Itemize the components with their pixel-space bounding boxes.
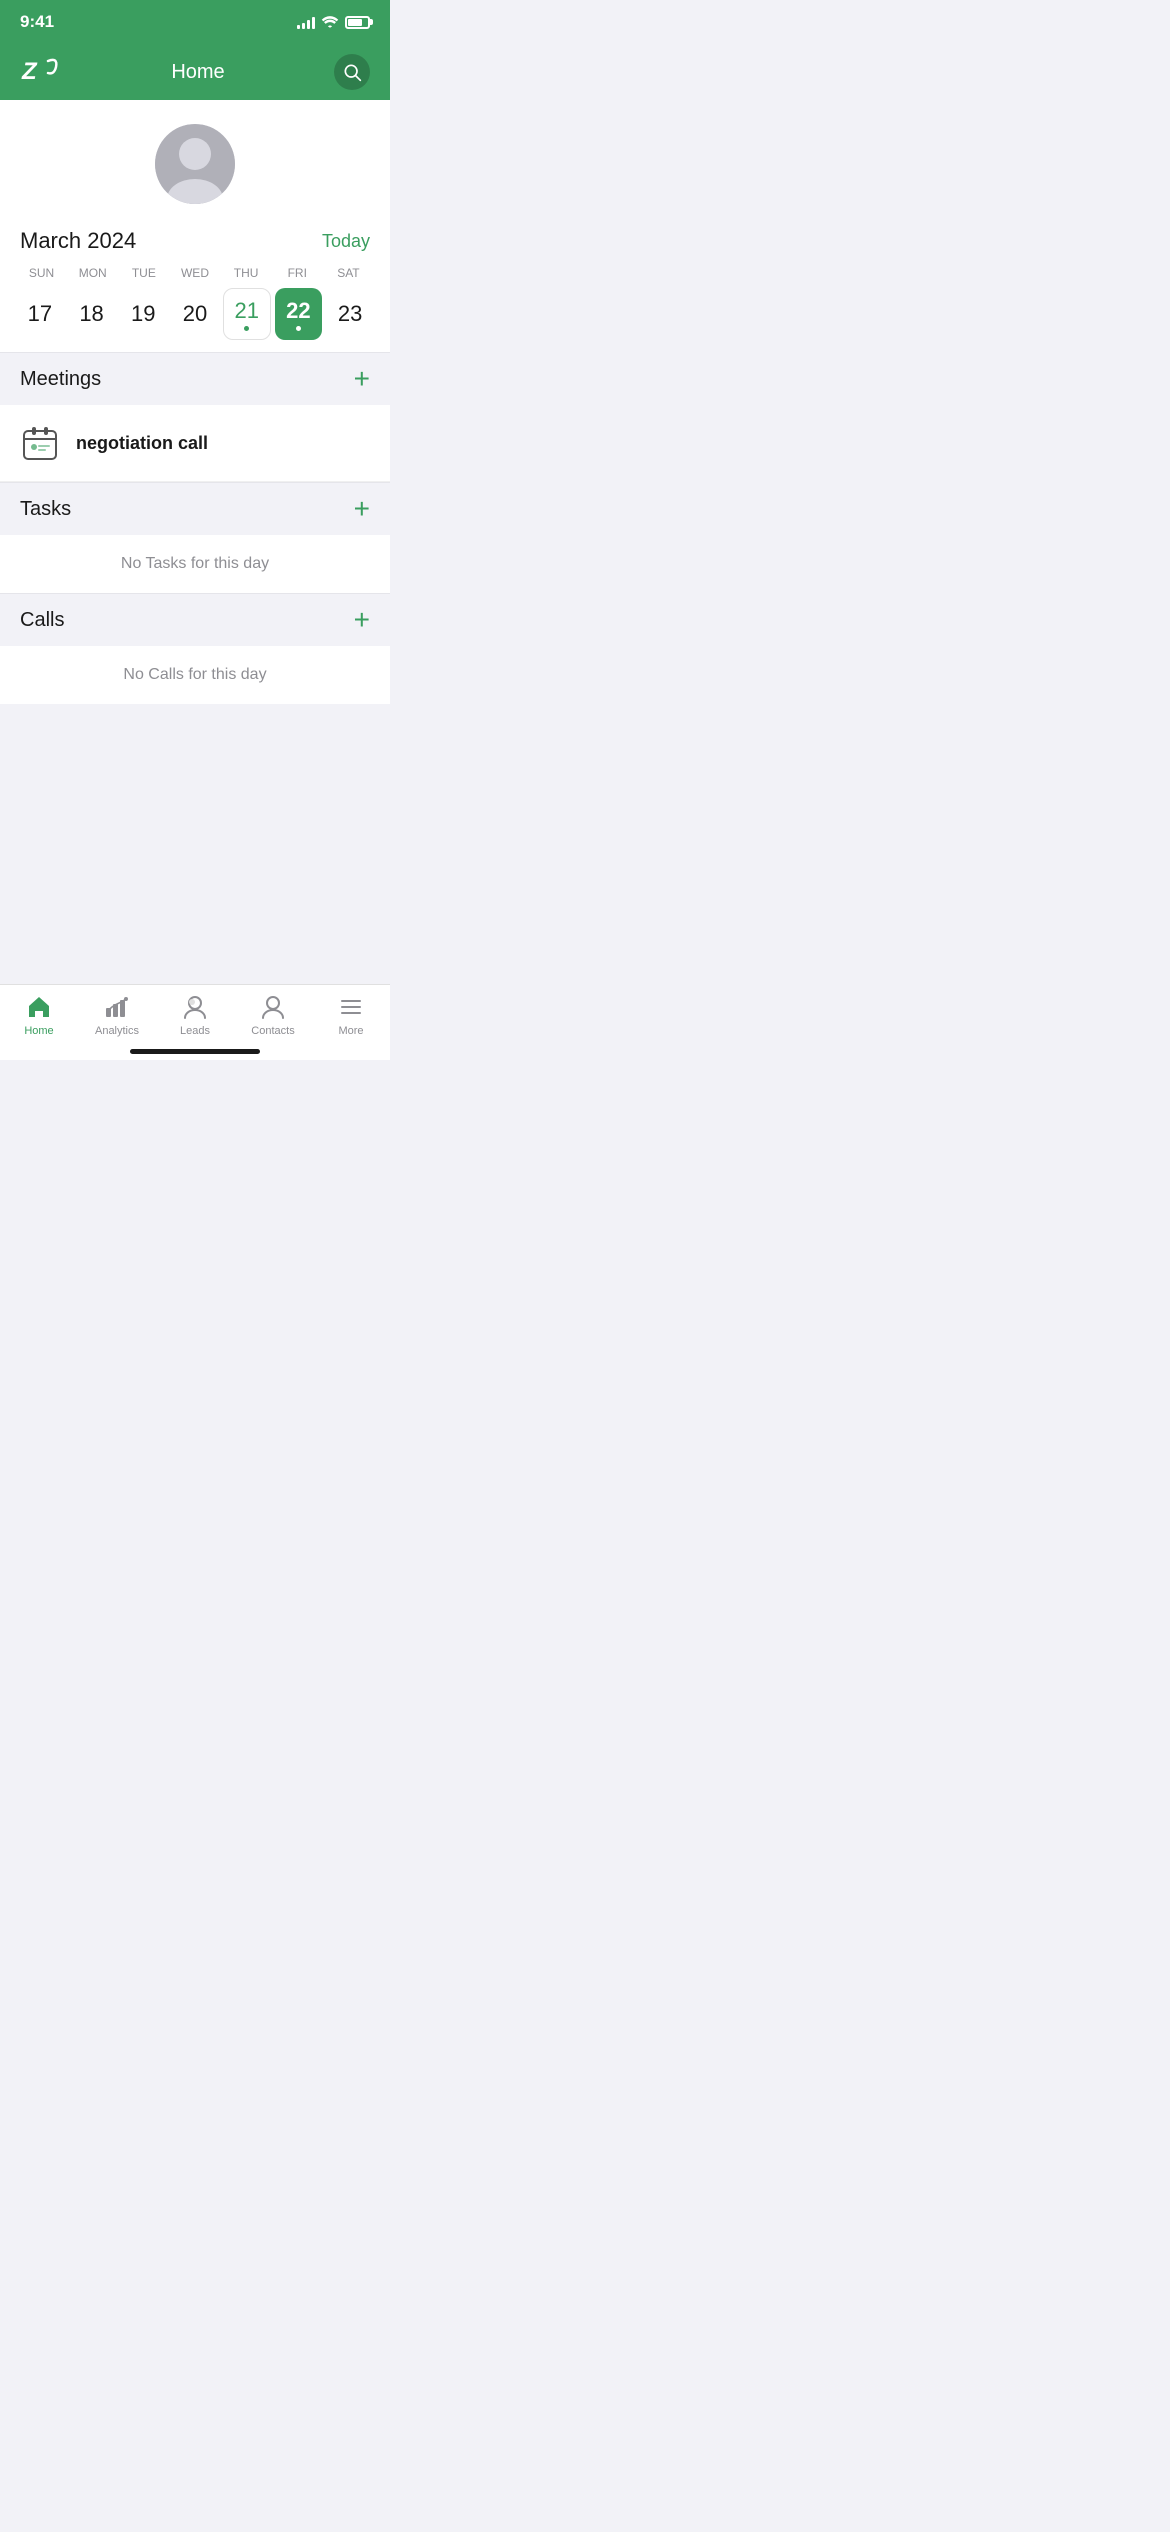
day-header-mon: MON xyxy=(67,266,118,280)
selected-dot xyxy=(296,326,301,331)
meetings-section-header: Meetings + xyxy=(0,352,390,405)
add-task-button[interactable]: + xyxy=(354,495,370,523)
add-call-button[interactable]: + xyxy=(354,606,370,634)
avatar-icon xyxy=(155,124,235,204)
calendar-days-header: SUN MON TUE WED THU FRI SAT xyxy=(16,266,374,280)
day-header-wed: WED xyxy=(169,266,220,280)
more-icon xyxy=(337,993,365,1021)
today-dot xyxy=(244,326,249,331)
wifi-icon xyxy=(321,14,339,31)
tab-analytics-label: Analytics xyxy=(95,1025,139,1037)
gray-fill-area xyxy=(0,704,390,984)
tab-leads[interactable]: Leads xyxy=(165,993,225,1037)
date-21-today[interactable]: 21 xyxy=(223,288,271,340)
home-indicator xyxy=(0,1041,390,1060)
contacts-icon xyxy=(259,993,287,1021)
calendar-header: March 2024 Today xyxy=(16,220,374,266)
calendar-section: March 2024 Today SUN MON TUE WED THU FRI… xyxy=(0,220,390,352)
date-18[interactable]: 18 xyxy=(68,288,116,340)
tab-more-label: More xyxy=(338,1025,363,1037)
day-header-tue: TUE xyxy=(118,266,169,280)
day-header-sun: SUN xyxy=(16,266,67,280)
tab-home-label: Home xyxy=(24,1025,53,1037)
date-20[interactable]: 20 xyxy=(171,288,219,340)
calls-section-header: Calls + xyxy=(0,593,390,646)
tasks-title: Tasks xyxy=(20,498,71,521)
calendar-dates: 17 18 19 20 21 22 23 xyxy=(16,288,374,340)
home-icon xyxy=(25,993,53,1021)
meeting-item[interactable]: negotiation call xyxy=(0,405,390,482)
meetings-title: Meetings xyxy=(20,368,101,391)
analytics-icon xyxy=(103,993,131,1021)
signal-icon xyxy=(297,15,315,29)
date-22-selected[interactable]: 22 xyxy=(275,288,323,340)
tab-more[interactable]: More xyxy=(321,993,381,1037)
tab-contacts[interactable]: Contacts xyxy=(243,993,303,1037)
calendar-month: March 2024 xyxy=(20,228,136,254)
avatar-section xyxy=(0,100,390,220)
status-time: 9:41 xyxy=(20,12,54,32)
day-header-thu: THU xyxy=(221,266,272,280)
svg-text:Z: Z xyxy=(21,58,38,85)
tab-bar: Home Analytics Leads xyxy=(0,984,390,1041)
search-icon xyxy=(342,62,362,82)
tab-home[interactable]: Home xyxy=(9,993,69,1037)
tasks-section-header: Tasks + xyxy=(0,482,390,535)
meeting-icon xyxy=(20,423,60,463)
date-23[interactable]: 23 xyxy=(326,288,374,340)
home-bar xyxy=(130,1049,260,1054)
status-icons xyxy=(297,14,370,31)
day-header-sat: SAT xyxy=(323,266,374,280)
day-header-fri: FRI xyxy=(272,266,323,280)
tab-leads-label: Leads xyxy=(180,1025,210,1037)
avatar xyxy=(155,124,235,204)
today-button[interactable]: Today xyxy=(322,231,370,252)
tab-analytics[interactable]: Analytics xyxy=(87,993,147,1037)
calls-title: Calls xyxy=(20,609,64,632)
meeting-name: negotiation call xyxy=(76,433,208,454)
date-17[interactable]: 17 xyxy=(16,288,64,340)
app-logo: Z xyxy=(20,53,62,92)
calls-empty-state: No Calls for this day xyxy=(0,646,390,704)
nav-bar: Z Home xyxy=(0,44,390,100)
status-bar: 9:41 xyxy=(0,0,390,44)
battery-icon xyxy=(345,16,370,29)
search-button[interactable] xyxy=(334,54,370,90)
date-19[interactable]: 19 xyxy=(119,288,167,340)
add-meeting-button[interactable]: + xyxy=(354,365,370,393)
leads-icon xyxy=(181,993,209,1021)
page-title: Home xyxy=(171,61,224,84)
tasks-empty-state: No Tasks for this day xyxy=(0,535,390,593)
tab-contacts-label: Contacts xyxy=(251,1025,294,1037)
